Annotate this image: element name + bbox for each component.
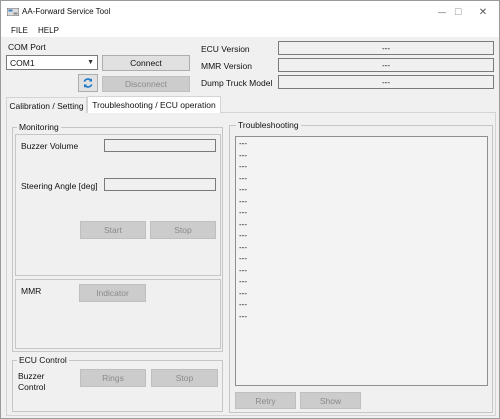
- tab-troubleshooting-label: Troubleshooting / ECU operation: [92, 100, 216, 110]
- retry-button[interactable]: Retry: [235, 392, 296, 409]
- truck-model-field: ---: [278, 75, 494, 89]
- steering-angle-label: Steering Angle [deg]: [21, 181, 98, 191]
- refresh-icon: [83, 78, 93, 88]
- rings-button-label: Rings: [102, 373, 124, 383]
- monitoring-stop-button[interactable]: Stop: [150, 221, 216, 239]
- truck-model-value: ---: [382, 77, 390, 87]
- log-line: ---: [239, 242, 247, 252]
- monitoring-title: Monitoring: [17, 122, 61, 132]
- log-line: ---: [239, 219, 247, 229]
- monitoring-stop-label: Stop: [174, 225, 192, 235]
- indicator-button[interactable]: Indicator: [79, 284, 146, 302]
- buzzer-control-label-line2: Control: [18, 382, 46, 392]
- indicator-button-label: Indicator: [96, 288, 129, 298]
- window-title: AA-Forward Service Tool: [22, 7, 111, 16]
- disconnect-button-label: Disconnect: [124, 79, 168, 89]
- app-icon: [7, 8, 19, 16]
- ecu-version-value: ---: [382, 43, 390, 53]
- tab-calibration-label: Calibration / Setting: [9, 100, 84, 111]
- com-port-label: COM Port: [8, 42, 46, 52]
- app-window: AA-Forward Service Tool — ☐ ✕ FILE HELP …: [0, 0, 500, 419]
- menu-help[interactable]: HELP: [38, 26, 59, 35]
- log-line: ---: [239, 185, 247, 194]
- connect-button-label: Connect: [130, 58, 162, 68]
- close-icon: ✕: [478, 6, 488, 18]
- ecu-stop-button[interactable]: Stop: [151, 369, 218, 387]
- tab-troubleshooting[interactable]: Troubleshooting / ECU operation: [87, 96, 221, 113]
- log-line: ---: [239, 300, 247, 309]
- chevron-down-icon: ▼: [87, 59, 94, 66]
- mmr-version-field: ---: [278, 58, 494, 72]
- menu-bar: [1, 23, 499, 37]
- ecu-version-label: ECU Version: [201, 44, 250, 54]
- log-line: ---: [239, 288, 247, 298]
- log-line: ---: [239, 265, 247, 275]
- log-line: ---: [239, 196, 247, 206]
- log-line: ---: [239, 254, 247, 263]
- log-line: ---: [239, 139, 247, 148]
- rings-button[interactable]: Rings: [80, 369, 146, 387]
- monitoring-start-button[interactable]: Start: [80, 221, 146, 239]
- tab-calibration[interactable]: Calibration / Setting: [6, 97, 87, 113]
- log-line: ---: [239, 173, 247, 183]
- ecu-control-title: ECU Control: [17, 355, 69, 365]
- menu-file[interactable]: FILE: [11, 26, 28, 35]
- log-line: ---: [239, 277, 247, 286]
- show-button-label: Show: [319, 395, 342, 406]
- monitoring-inner-panel: [15, 134, 221, 276]
- com-port-select[interactable]: COM1 ▼: [6, 55, 98, 70]
- close-button[interactable]: ✕: [467, 1, 499, 23]
- ecu-stop-button-label: Stop: [175, 373, 194, 383]
- disconnect-button[interactable]: Disconnect: [102, 76, 190, 92]
- troubleshooting-log[interactable]: --- --- --- --- --- --- --- --- --- --- …: [235, 136, 488, 386]
- log-line: ---: [239, 208, 247, 217]
- com-port-value: COM1: [10, 57, 35, 68]
- truck-model-label: Dump Truck Model: [201, 78, 273, 88]
- title-bar: AA-Forward Service Tool — ☐ ✕: [1, 1, 499, 23]
- refresh-button[interactable]: [78, 74, 98, 92]
- mmr-version-label: MMR Version: [201, 61, 253, 71]
- retry-button-label: Retry: [255, 395, 276, 406]
- mmr-version-value: ---: [382, 60, 390, 70]
- tab-strip: Calibration / Setting Troubleshooting / …: [6, 96, 496, 113]
- monitoring-start-label: Start: [104, 225, 122, 235]
- troubleshooting-title: Troubleshooting: [236, 120, 301, 130]
- steering-angle-field: [104, 178, 216, 191]
- log-line: ---: [239, 231, 247, 240]
- maximize-icon: ☐: [453, 6, 463, 17]
- ecu-version-field: ---: [278, 41, 494, 55]
- buzzer-control-label-line1: Buzzer: [18, 371, 45, 381]
- buzzer-volume-field: [104, 139, 216, 152]
- buzzer-volume-label: Buzzer Volume: [21, 141, 79, 151]
- connect-button[interactable]: Connect: [102, 55, 190, 71]
- log-line: ---: [239, 162, 247, 171]
- log-line: ---: [239, 150, 247, 160]
- show-button[interactable]: Show: [300, 392, 361, 409]
- mmr-label: MMR: [21, 286, 42, 296]
- log-line: ---: [239, 311, 247, 321]
